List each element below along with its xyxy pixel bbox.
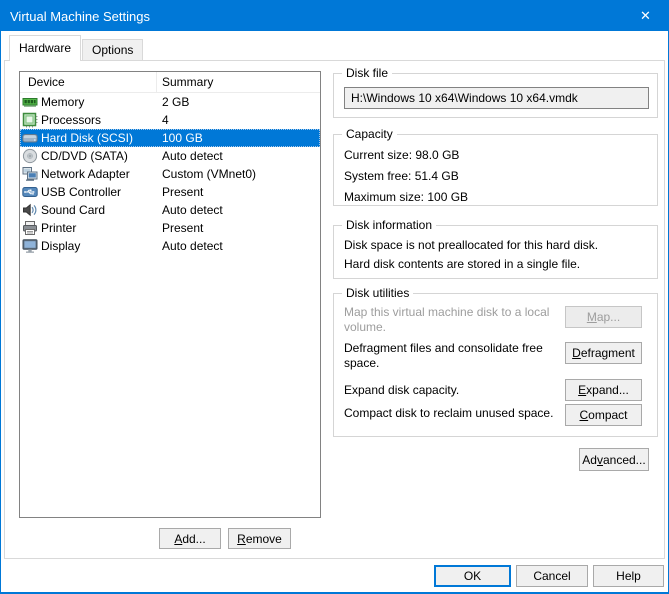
device-name: Printer: [41, 221, 76, 235]
device-name: Memory: [41, 95, 84, 109]
disk-utilities-group-label: Disk utilities: [342, 286, 413, 300]
device-row-processors[interactable]: Processors 4: [20, 111, 320, 129]
tab-options[interactable]: Options: [82, 39, 143, 61]
processor-icon: [22, 112, 38, 128]
title-bar: Virtual Machine Settings ✕: [1, 1, 668, 31]
disk-information-group: Disk information Disk space is not preal…: [333, 225, 658, 279]
capacity-group-label: Capacity: [342, 127, 397, 141]
compact-description: Compact disk to reclaim unused space.: [344, 406, 565, 421]
tab-strip: Hardware Options: [9, 35, 143, 61]
sound-card-icon: [22, 202, 38, 218]
add-button[interactable]: Add...: [159, 528, 221, 549]
capacity-group: Capacity Current size: 98.0 GB System fr…: [333, 134, 658, 206]
close-icon: ✕: [640, 8, 651, 23]
device-name: USB Controller: [41, 185, 121, 199]
column-header-device[interactable]: Device: [20, 72, 157, 92]
disk-information-group-label: Disk information: [342, 218, 436, 232]
display-icon: [22, 238, 38, 254]
memory-icon: [22, 94, 38, 110]
device-list: Device Summary Memory 2 GB Processors 4 …: [19, 71, 321, 518]
device-summary: Auto detect: [157, 237, 320, 255]
disk-file-group: Disk file: [333, 73, 658, 118]
tab-hardware[interactable]: Hardware: [9, 35, 81, 61]
device-name: Sound Card: [41, 203, 105, 217]
device-name: Display: [41, 239, 80, 253]
device-summary: Auto detect: [157, 147, 320, 165]
device-summary: 4: [157, 111, 320, 129]
device-row-cd-dvd[interactable]: CD/DVD (SATA) Auto detect: [20, 147, 320, 165]
advanced-button[interactable]: Advanced...: [579, 448, 649, 471]
cd-dvd-icon: [22, 148, 38, 164]
defragment-button[interactable]: Defragment: [565, 342, 642, 364]
disk-file-path-field[interactable]: [344, 87, 649, 109]
virtual-machine-settings-window: Virtual Machine Settings ✕ Hardware Opti…: [0, 0, 669, 594]
disk-file-group-label: Disk file: [342, 66, 392, 80]
device-row-sound-card[interactable]: Sound Card Auto detect: [20, 201, 320, 219]
device-name: Network Adapter: [41, 167, 130, 181]
map-description: Map this virtual machine disk to a local…: [344, 305, 565, 335]
expand-description: Expand disk capacity.: [344, 383, 565, 398]
device-summary: Present: [157, 183, 320, 201]
device-row-display[interactable]: Display Auto detect: [20, 237, 320, 255]
device-name: Processors: [41, 113, 101, 127]
column-header-summary[interactable]: Summary: [157, 72, 320, 92]
disk-utilities-group: Disk utilities Map this virtual machine …: [333, 293, 658, 437]
close-button[interactable]: ✕: [623, 1, 668, 31]
device-summary: 100 GB: [157, 129, 320, 147]
usb-icon: [22, 184, 38, 200]
device-summary: 2 GB: [157, 93, 320, 111]
device-name: CD/DVD (SATA): [41, 149, 128, 163]
device-row-memory[interactable]: Memory 2 GB: [20, 93, 320, 111]
disk-information-line: Disk space is not preallocated for this …: [344, 238, 647, 252]
hard-disk-icon: [22, 130, 38, 146]
device-list-header: Device Summary: [20, 72, 320, 93]
capacity-current-size: Current size: 98.0 GB: [344, 148, 657, 169]
device-summary: Auto detect: [157, 201, 320, 219]
device-row-hard-disk[interactable]: Hard Disk (SCSI) 100 GB: [20, 129, 320, 147]
cancel-button[interactable]: Cancel: [516, 565, 588, 587]
expand-button[interactable]: Expand...: [565, 379, 642, 401]
capacity-maximum-size: Maximum size: 100 GB: [344, 190, 657, 211]
device-summary: Present: [157, 219, 320, 237]
capacity-system-free: System free: 51.4 GB: [344, 169, 657, 190]
compact-button[interactable]: Compact: [565, 404, 642, 426]
defragment-description: Defragment files and consolidate free sp…: [344, 341, 565, 371]
help-button[interactable]: Help: [593, 565, 664, 587]
device-row-usb-controller[interactable]: USB Controller Present: [20, 183, 320, 201]
ok-button[interactable]: OK: [434, 565, 511, 587]
disk-information-line: Hard disk contents are stored in a singl…: [344, 257, 647, 271]
printer-icon: [22, 220, 38, 236]
map-button: Map...: [565, 306, 642, 328]
device-row-printer[interactable]: Printer Present: [20, 219, 320, 237]
network-adapter-icon: [22, 166, 38, 182]
window-title: Virtual Machine Settings: [10, 9, 150, 24]
device-row-network-adapter[interactable]: Network Adapter Custom (VMnet0): [20, 165, 320, 183]
device-summary: Custom (VMnet0): [157, 165, 320, 183]
remove-button[interactable]: Remove: [228, 528, 291, 549]
device-name: Hard Disk (SCSI): [41, 131, 133, 145]
